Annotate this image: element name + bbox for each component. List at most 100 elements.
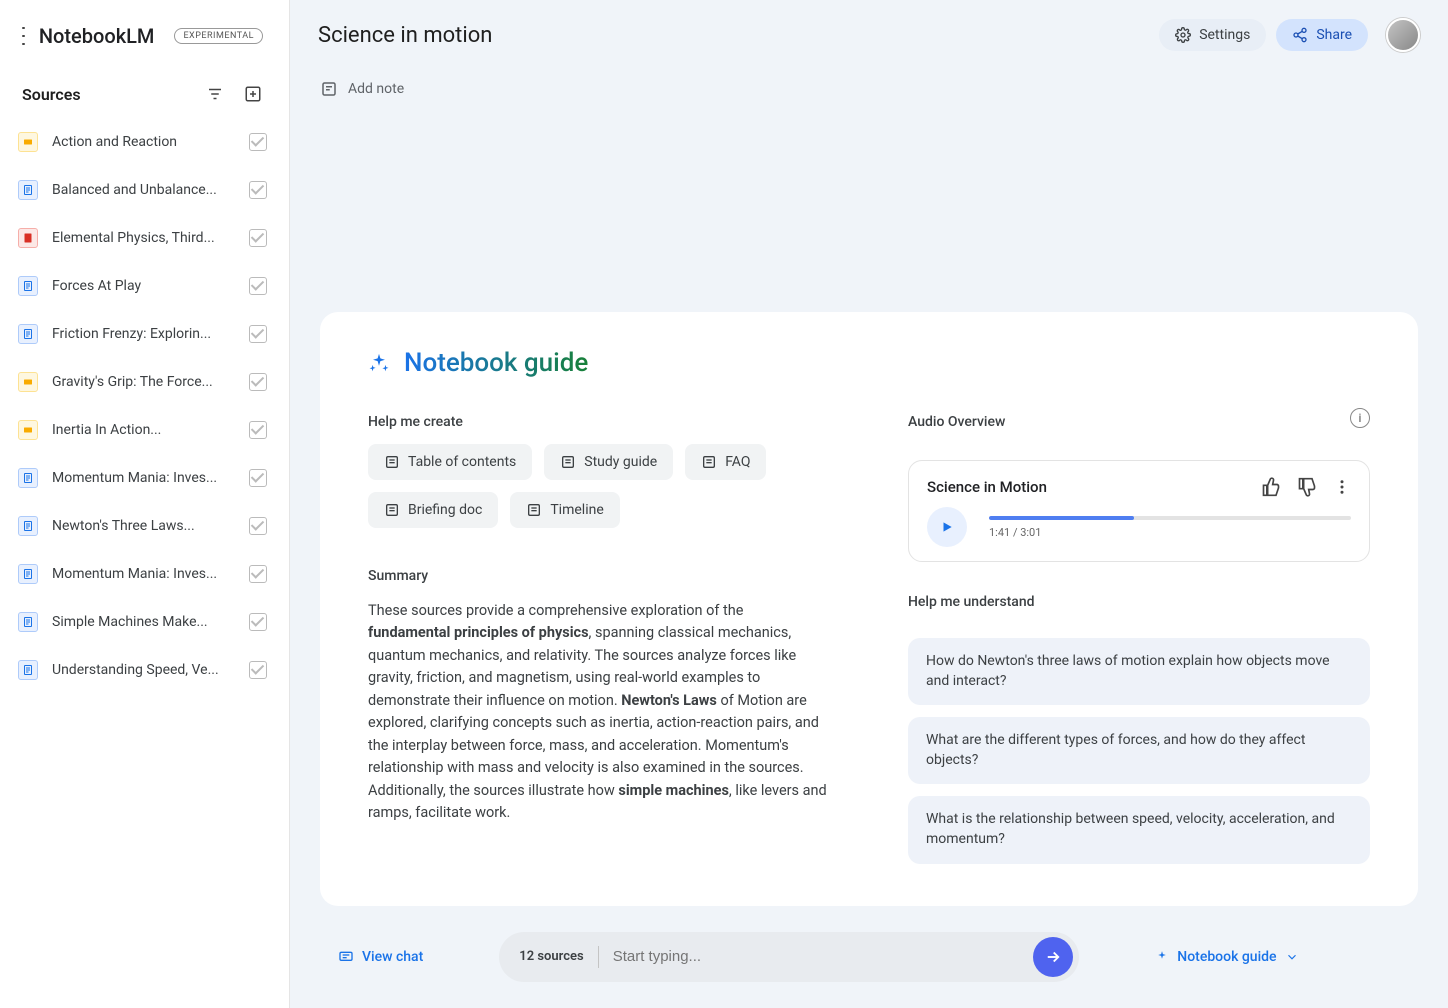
help-create-label: Help me create <box>368 414 828 430</box>
chat-icon <box>338 949 354 965</box>
source-type-icon <box>18 228 38 248</box>
doc-icon <box>384 502 400 518</box>
main-area: Science in motion Settings Share Add not… <box>290 0 1448 1008</box>
source-type-icon <box>18 372 38 392</box>
gear-icon <box>1175 27 1191 43</box>
experimental-badge: EXPERIMENTAL <box>174 28 263 44</box>
source-label: Elemental Physics, Third... <box>52 230 241 246</box>
thumbs-up-icon[interactable] <box>1261 477 1281 497</box>
create-chip[interactable]: Timeline <box>510 492 619 528</box>
audio-card: Science in Motion <box>908 460 1370 562</box>
add-note-button[interactable]: Add note <box>320 80 404 98</box>
chat-input-container: 12 sources <box>499 932 1079 982</box>
more-icon[interactable] <box>1333 478 1351 496</box>
page-title: Science in motion <box>318 23 492 48</box>
source-item[interactable]: Newton's Three Laws... <box>12 502 273 550</box>
sparkle-icon <box>1155 950 1169 964</box>
thumbs-down-icon[interactable] <box>1297 477 1317 497</box>
settings-button[interactable]: Settings <box>1159 19 1266 51</box>
add-note-label: Add note <box>348 81 404 97</box>
share-label: Share <box>1316 27 1352 43</box>
source-item[interactable]: Gravity's Grip: The Force... <box>12 358 273 406</box>
create-chip[interactable]: Table of contents <box>368 444 532 480</box>
source-type-icon <box>18 660 38 680</box>
notebook-guide-panel: Notebook guide Help me create Table of c… <box>320 312 1418 906</box>
source-item[interactable]: Forces At Play <box>12 262 273 310</box>
source-checkbox[interactable] <box>249 661 267 679</box>
source-checkbox[interactable] <box>249 181 267 199</box>
chat-input[interactable] <box>613 948 1020 965</box>
chip-label: Timeline <box>550 502 603 518</box>
create-chip[interactable]: Study guide <box>544 444 673 480</box>
source-checkbox[interactable] <box>249 613 267 631</box>
summary-label: Summary <box>368 568 828 584</box>
menu-icon[interactable] <box>22 27 25 45</box>
source-type-icon <box>18 132 38 152</box>
audio-progress[interactable] <box>989 516 1351 520</box>
view-chat-button[interactable]: View chat <box>338 949 423 965</box>
source-label: Forces At Play <box>52 278 241 294</box>
chip-label: FAQ <box>725 454 750 470</box>
source-checkbox[interactable] <box>249 373 267 391</box>
create-chip[interactable]: FAQ <box>685 444 766 480</box>
source-label: Gravity's Grip: The Force... <box>52 374 241 390</box>
filter-icon[interactable] <box>205 84 225 104</box>
doc-icon <box>384 454 400 470</box>
source-item[interactable]: Elemental Physics, Third... <box>12 214 273 262</box>
source-checkbox[interactable] <box>249 133 267 151</box>
source-type-icon <box>18 468 38 488</box>
chip-label: Briefing doc <box>408 502 482 518</box>
sparkle-icon <box>368 352 390 374</box>
sources-heading: Sources <box>22 85 81 104</box>
summary-text: These sources provide a comprehensive ex… <box>368 600 828 825</box>
source-label: Action and Reaction <box>52 134 241 150</box>
source-item[interactable]: Friction Frenzy: Explorin... <box>12 310 273 358</box>
notebook-guide-label: Notebook guide <box>1177 949 1276 965</box>
source-item[interactable]: Action and Reaction <box>12 118 273 166</box>
create-chip[interactable]: Briefing doc <box>368 492 498 528</box>
share-icon <box>1292 27 1308 43</box>
source-checkbox[interactable] <box>249 421 267 439</box>
source-checkbox[interactable] <box>249 517 267 535</box>
share-button[interactable]: Share <box>1276 19 1368 51</box>
send-button[interactable] <box>1033 937 1073 977</box>
avatar[interactable] <box>1386 18 1420 52</box>
source-item[interactable]: Understanding Speed, Ve... <box>12 646 273 694</box>
source-item[interactable]: Momentum Mania: Inves... <box>12 550 273 598</box>
source-label: Momentum Mania: Inves... <box>52 566 241 582</box>
chevron-down-icon <box>1285 950 1299 964</box>
view-chat-label: View chat <box>362 949 423 965</box>
source-type-icon <box>18 564 38 584</box>
help-understand-label: Help me understand <box>908 594 1370 610</box>
source-checkbox[interactable] <box>249 325 267 343</box>
source-checkbox[interactable] <box>249 469 267 487</box>
suggested-question[interactable]: What is the relationship between speed, … <box>908 796 1370 863</box>
arrow-right-icon <box>1044 948 1062 966</box>
info-icon[interactable]: i <box>1350 408 1370 428</box>
source-checkbox[interactable] <box>249 277 267 295</box>
doc-icon <box>560 454 576 470</box>
suggested-question[interactable]: How do Newton's three laws of motion exp… <box>908 638 1370 705</box>
play-button[interactable] <box>927 507 967 547</box>
settings-label: Settings <box>1199 27 1250 43</box>
source-count: 12 sources <box>519 949 583 964</box>
note-add-icon <box>320 80 338 98</box>
source-label: Inertia In Action... <box>52 422 241 438</box>
source-item[interactable]: Simple Machines Make... <box>12 598 273 646</box>
chip-label: Study guide <box>584 454 657 470</box>
source-item[interactable]: Balanced and Unbalance... <box>12 166 273 214</box>
add-source-icon[interactable] <box>243 84 263 104</box>
play-icon <box>940 520 954 534</box>
source-checkbox[interactable] <box>249 229 267 247</box>
source-item[interactable]: Momentum Mania: Inves... <box>12 454 273 502</box>
notebook-guide-button[interactable]: Notebook guide <box>1155 949 1298 965</box>
source-label: Momentum Mania: Inves... <box>52 470 241 486</box>
suggested-question[interactable]: What are the different types of forces, … <box>908 717 1370 784</box>
audio-title: Science in Motion <box>927 478 1047 496</box>
source-item[interactable]: Inertia In Action... <box>12 406 273 454</box>
source-type-icon <box>18 180 38 200</box>
source-type-icon <box>18 324 38 344</box>
sidebar: NotebookLM EXPERIMENTAL Sources Action a… <box>0 0 290 1008</box>
source-checkbox[interactable] <box>249 565 267 583</box>
source-type-icon <box>18 420 38 440</box>
